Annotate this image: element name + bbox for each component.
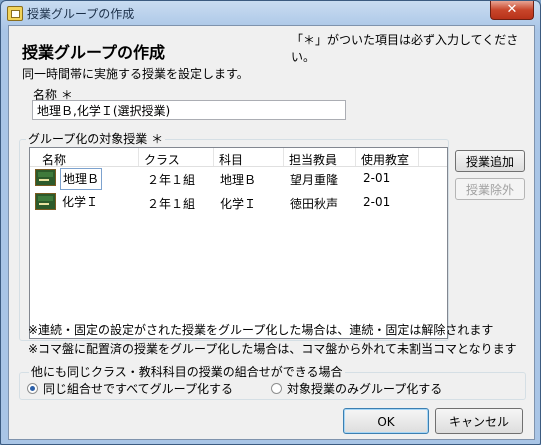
column-header-name[interactable]: 名称 xyxy=(42,151,66,168)
window-icon xyxy=(7,6,23,21)
cancel-button[interactable]: キャンセル xyxy=(435,408,523,434)
radio-group-all[interactable] xyxy=(27,383,38,394)
window-title: 授業グループの作成 xyxy=(27,7,135,21)
dialog-body: 授業グループの作成 「＊」がついた項目は必ず入力してください。 同一時間帯に実施… xyxy=(8,25,535,440)
page-title: 授業グループの作成 xyxy=(22,43,166,62)
cell-room: 2-01 xyxy=(363,195,391,209)
title-bar[interactable]: 授業グループの作成 ✕ xyxy=(1,1,540,25)
column-header-class[interactable]: クラス xyxy=(144,151,180,168)
list-header: 名称 クラス 科目 担当教員 使用教室 xyxy=(30,148,447,167)
cell-class: ２年１組 xyxy=(147,173,196,187)
note-placed: ※コマ盤に配置済の授業をグループ化した場合は、コマ盤から外れて未割当コマとなりま… xyxy=(28,342,517,356)
column-divider[interactable] xyxy=(213,148,214,166)
cell-subject: 化学Ｉ xyxy=(220,197,257,211)
table-row[interactable]: 地理Ｂ ２年１組 地理Ｂ 望月重隆 2-01 xyxy=(30,167,447,191)
options-title: 他にも同じクラス・教科科目の授業の組合せができる場合 xyxy=(29,363,345,380)
column-divider[interactable] xyxy=(418,148,419,166)
column-divider[interactable] xyxy=(355,148,356,166)
column-header-room[interactable]: 使用教室 xyxy=(361,151,409,168)
name-input[interactable] xyxy=(32,100,346,120)
dialog-window: 授業グループの作成 ✕ 授業グループの作成 「＊」がついた項目は必ず入力してくだ… xyxy=(0,0,541,445)
lessons-list[interactable]: 名称 クラス 科目 担当教員 使用教室 地理Ｂ ２年１組 地理Ｂ 望月重隆 2-… xyxy=(29,147,448,339)
ok-button[interactable]: OK xyxy=(343,408,429,434)
cell-name: 化学Ｉ xyxy=(62,195,99,209)
required-note: 「＊」がついた項目は必ず入力してください。 xyxy=(291,33,519,64)
note-continuous: ※連続・固定の設定がされた授業をグループ化した場合は、連続・固定は解除されます xyxy=(28,323,494,337)
cell-name: 地理Ｂ xyxy=(60,168,103,190)
cell-subject: 地理Ｂ xyxy=(220,173,257,187)
lessons-group-title: グループ化の対象授業 ＊ xyxy=(26,130,166,147)
table-row[interactable]: 化学Ｉ ２年１組 化学Ｉ 徳田秋声 2-01 xyxy=(30,191,447,215)
column-header-subject[interactable]: 科目 xyxy=(219,151,243,168)
column-divider[interactable] xyxy=(283,148,284,166)
radio-group-target-only[interactable] xyxy=(271,383,282,394)
radio-group-all-label[interactable]: 同じ組合せですべてグループ化する xyxy=(43,380,233,397)
cell-teacher: 徳田秋声 xyxy=(290,197,339,211)
column-header-teacher[interactable]: 担当教員 xyxy=(289,151,337,168)
chalkboard-icon xyxy=(35,193,56,210)
subtitle: 同一時間帯に実施する授業を設定します。 xyxy=(22,67,249,81)
radio-group-target-only-label[interactable]: 対象授業のみグループ化する xyxy=(287,380,442,397)
remove-lesson-button[interactable]: 授業除外 xyxy=(455,178,525,200)
close-button[interactable]: ✕ xyxy=(490,1,534,20)
chalkboard-icon xyxy=(35,169,56,186)
add-lesson-button[interactable]: 授業追加 xyxy=(455,150,525,172)
column-divider[interactable] xyxy=(138,148,139,166)
cell-room: 2-01 xyxy=(363,171,391,185)
cell-class: ２年１組 xyxy=(147,197,196,211)
cell-teacher: 望月重隆 xyxy=(290,173,339,187)
